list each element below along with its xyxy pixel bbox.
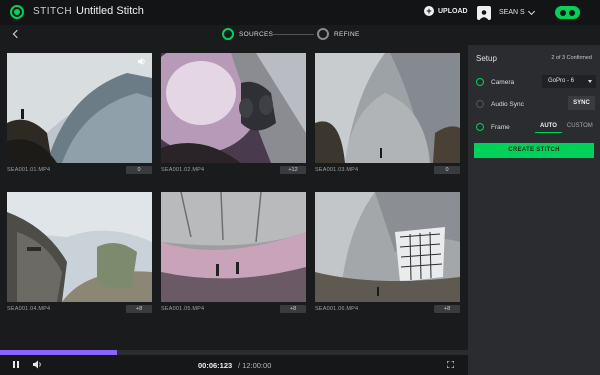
clip-tile[interactable]: SEA001.01.MP4 0 bbox=[7, 53, 152, 175]
clip-footer: SEA001.01.MP4 0 bbox=[7, 164, 152, 175]
fullscreen-icon[interactable] bbox=[447, 361, 454, 368]
step-sources[interactable]: SOURCES bbox=[222, 28, 273, 40]
clip-filename: SEA001.05.MP4 bbox=[161, 305, 205, 312]
clip-tile[interactable]: SEA001.02.MP4 +12 bbox=[161, 53, 306, 175]
frame-auto-option[interactable]: AUTO bbox=[535, 120, 562, 133]
speaker-icon[interactable] bbox=[138, 58, 146, 65]
frame-mode-toggle: AUTO CUSTOM bbox=[535, 120, 598, 133]
clip-thumbnail[interactable] bbox=[161, 192, 306, 302]
clip-thumbnail[interactable] bbox=[161, 53, 306, 163]
clip-footer: SEA001.04.MP4 +8 bbox=[7, 303, 152, 314]
frame-row: Frame AUTO CUSTOM bbox=[476, 120, 594, 134]
clip-offset[interactable]: +8 bbox=[434, 304, 460, 313]
clip-thumbnail[interactable] bbox=[7, 192, 152, 302]
frame-status-icon bbox=[476, 123, 484, 131]
clip-filename: SEA001.04.MP4 bbox=[7, 305, 51, 312]
clip-tile[interactable]: SEA001.06.MP4 +8 bbox=[315, 192, 460, 314]
clip-filename: SEA001.03.MP4 bbox=[315, 166, 359, 173]
step-refine[interactable]: REFINE bbox=[317, 28, 360, 40]
clip-footer: SEA001.06.MP4 +8 bbox=[315, 303, 460, 314]
total-duration: / 12:00:00 bbox=[238, 361, 272, 370]
back-arrow-icon[interactable] bbox=[12, 29, 22, 39]
step-label: REFINE bbox=[334, 30, 360, 38]
avatar-icon bbox=[477, 5, 491, 20]
clip-offset[interactable]: 0 bbox=[126, 165, 152, 174]
clip-tile[interactable]: SEA001.03.MP4 0 bbox=[315, 53, 460, 175]
vr-view-toggle[interactable] bbox=[555, 6, 580, 19]
clip-footer: SEA001.02.MP4 +12 bbox=[161, 164, 306, 175]
clip-tile[interactable]: SEA001.04.MP4 +8 bbox=[7, 192, 152, 314]
clip-footer: SEA001.03.MP4 0 bbox=[315, 164, 460, 175]
step-bar: SOURCES REFINE bbox=[0, 25, 468, 45]
chevron-down-icon bbox=[527, 7, 535, 15]
clip-thumbnail[interactable] bbox=[315, 53, 460, 163]
logo-icon[interactable] bbox=[10, 5, 24, 19]
clip-offset[interactable]: +8 bbox=[280, 304, 306, 313]
audio-sync-label: Audio Sync bbox=[491, 100, 524, 108]
user-name: SEAN S bbox=[499, 9, 525, 16]
clip-tile[interactable]: SEA001.05.MP4 +8 bbox=[161, 192, 306, 314]
audio-sync-row: Audio Sync SYNC bbox=[476, 96, 595, 111]
camera-label: Camera bbox=[491, 78, 515, 86]
top-bar: STITCH Untitled Stitch + UPLOAD SEAN S bbox=[0, 0, 600, 25]
clip-thumbnail[interactable] bbox=[7, 53, 152, 163]
pause-icon[interactable] bbox=[13, 361, 19, 368]
clip-filename: SEA001.02.MP4 bbox=[161, 166, 205, 173]
clip-offset[interactable]: +8 bbox=[126, 304, 152, 313]
step-label: SOURCES bbox=[239, 30, 274, 38]
audio-sync-status-icon bbox=[476, 100, 484, 108]
camera-select[interactable]: GoPro - 6 bbox=[542, 75, 596, 88]
upload-label: UPLOAD bbox=[438, 7, 468, 15]
create-stitch-button[interactable]: CREATE STITCH bbox=[474, 143, 594, 158]
setup-panel: Setup 2 of 3 Confirmed Camera GoPro - 6 … bbox=[468, 45, 600, 375]
plus-icon: + bbox=[424, 6, 434, 16]
camera-status-icon bbox=[476, 78, 484, 86]
confirmed-count: 2 of 3 Confirmed bbox=[551, 55, 592, 61]
clip-footer: SEA001.05.MP4 +8 bbox=[161, 303, 306, 314]
sync-button[interactable]: SYNC bbox=[568, 96, 595, 110]
frame-label: Frame bbox=[491, 123, 510, 131]
camera-row: Camera GoPro - 6 bbox=[476, 75, 596, 89]
clip-thumbnail[interactable] bbox=[315, 192, 460, 302]
step-connector bbox=[272, 34, 314, 35]
user-menu[interactable]: SEAN S bbox=[474, 0, 600, 25]
step-ring-icon bbox=[317, 28, 329, 40]
clip-offset[interactable]: 0 bbox=[434, 165, 460, 174]
volume-icon[interactable] bbox=[33, 360, 43, 369]
brand-name: STITCH bbox=[33, 6, 73, 17]
playback-controls: 00:06:123 / 12:00:00 bbox=[0, 355, 468, 375]
setup-heading: Setup bbox=[476, 54, 497, 63]
clip-filename: SEA001.01.MP4 bbox=[7, 166, 51, 173]
step-ring-icon bbox=[222, 28, 234, 40]
clip-filename: SEA001.06.MP4 bbox=[315, 305, 359, 312]
frame-custom-option[interactable]: CUSTOM bbox=[562, 120, 598, 133]
clip-offset[interactable]: +12 bbox=[280, 165, 306, 174]
current-time: 00:06:123 bbox=[198, 361, 233, 370]
project-title[interactable]: Untitled Stitch bbox=[76, 5, 144, 17]
upload-button[interactable]: + UPLOAD bbox=[424, 6, 468, 16]
